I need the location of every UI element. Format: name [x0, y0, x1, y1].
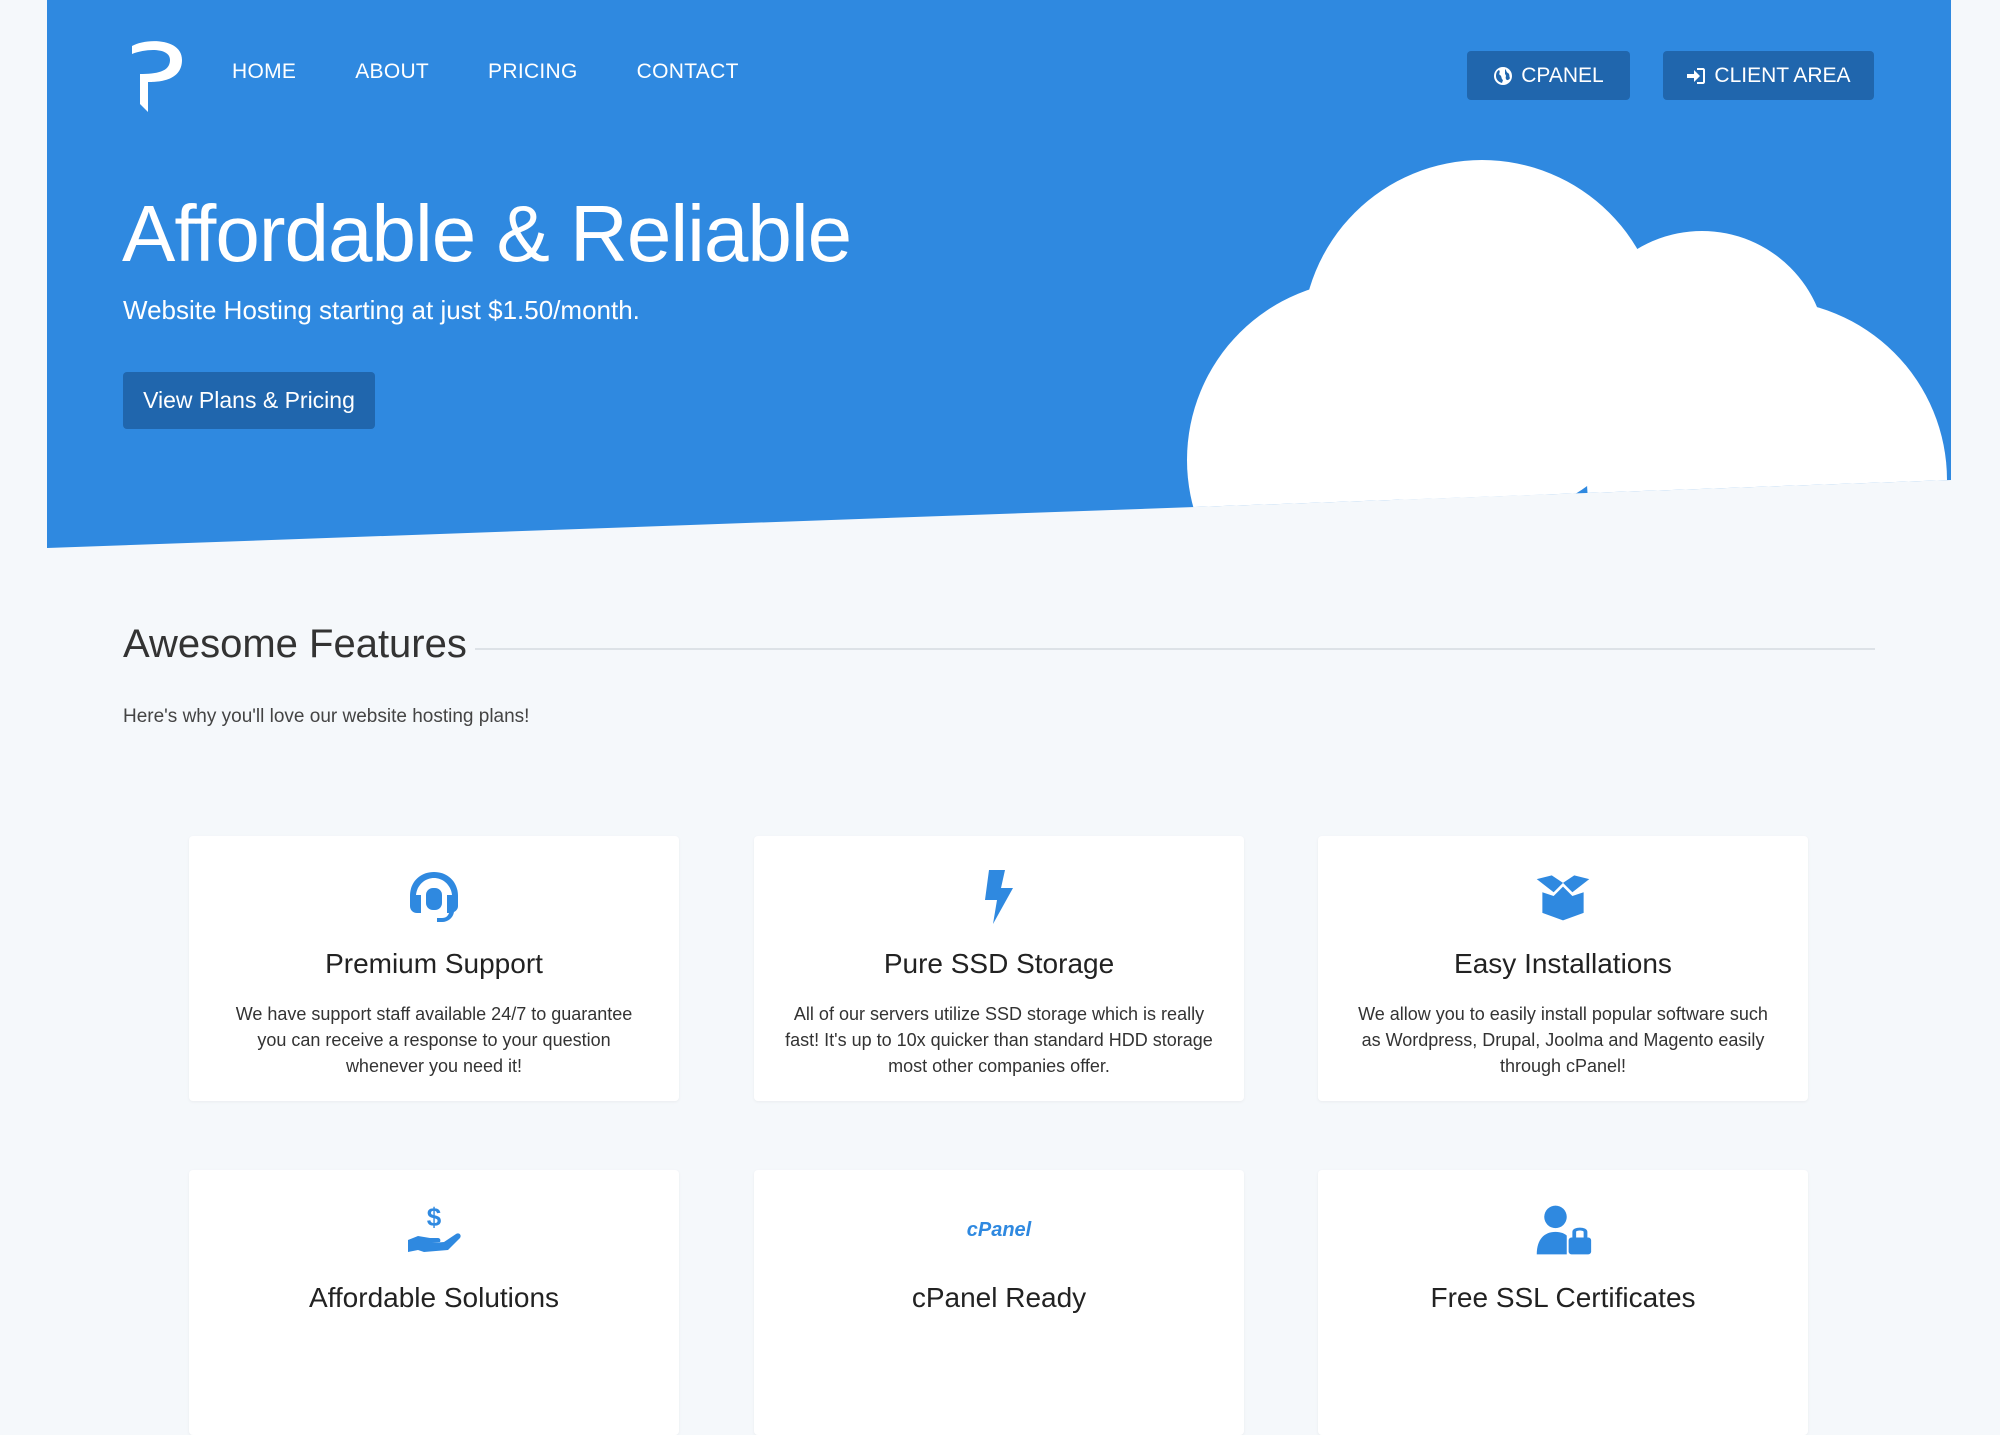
features-title: Awesome Features [123, 622, 467, 666]
hero-subtitle: Website Hosting starting at just $1.50/m… [123, 295, 640, 325]
hero-title: Affordable & Reliable [122, 189, 852, 278]
feature-card-text: All of our servers utilize SSD storage w… [785, 1004, 1213, 1076]
feature-card-title: Affordable Solutions [308, 1282, 560, 1313]
feature-card-text: We have support staff available 24/7 to … [235, 1004, 633, 1076]
feature-card-title: cPanel Ready [911, 1282, 1087, 1313]
user-lock-icon [1536, 1205, 1592, 1255]
svg-text:$: $ [427, 1202, 442, 1232]
features-divider [475, 648, 1875, 650]
feature-card-text: We allow you to easily install popular s… [1358, 1004, 1768, 1076]
box-open-icon [1536, 875, 1590, 921]
nav-about[interactable]: ABOUT [355, 60, 429, 84]
cpanel-icon: cPanel [967, 1219, 1032, 1241]
svg-text:cPanel: cPanel [967, 1219, 1032, 1241]
feature-card: Free SSL Certificates [1318, 1170, 1808, 1435]
feature-card-title: Pure SSD Storage [883, 948, 1115, 979]
feature-card-title: Free SSL Certificates [1430, 1282, 1696, 1313]
sign-in-icon [1687, 67, 1706, 84]
client-area-button-label: CLIENT AREA [1714, 63, 1851, 87]
feature-card-title: Easy Installations [1454, 948, 1672, 979]
bolt-icon [985, 870, 1013, 924]
main-nav: HOME ABOUT PRICING CONTACT [232, 60, 798, 84]
feature-card: Easy Installations We allow you to easil… [1318, 836, 1808, 1101]
feature-card: cPanel cPanel Ready [754, 1170, 1244, 1435]
feature-card: Pure SSD Storage All of our servers util… [754, 836, 1244, 1101]
feature-card: $ Affordable Solutions [189, 1170, 679, 1435]
nav-pricing[interactable]: PRICING [488, 60, 578, 84]
headset-icon [410, 872, 458, 922]
features-description: Here's why you'll love our website hosti… [123, 706, 530, 727]
logo-icon[interactable] [128, 38, 186, 112]
hand-dollar-icon: $ [408, 1202, 461, 1252]
client-area-button[interactable]: CLIENT AREA [1663, 51, 1874, 100]
page: HOME ABOUT PRICING CONTACT CPANEL CLIENT… [0, 0, 2000, 1435]
nav-contact[interactable]: CONTACT [637, 60, 739, 84]
nav-home[interactable]: HOME [232, 60, 296, 84]
cpanel-button-label: CPANEL [1521, 63, 1604, 87]
cloud-illustration [1187, 160, 1947, 548]
cpanel-button[interactable]: CPANEL [1467, 51, 1630, 100]
feature-card: Premium Support We have support staff av… [189, 836, 679, 1101]
globe-icon [1494, 66, 1513, 85]
feature-card-title: Premium Support [325, 948, 543, 979]
view-plans-button[interactable]: View Plans & Pricing [123, 372, 375, 429]
